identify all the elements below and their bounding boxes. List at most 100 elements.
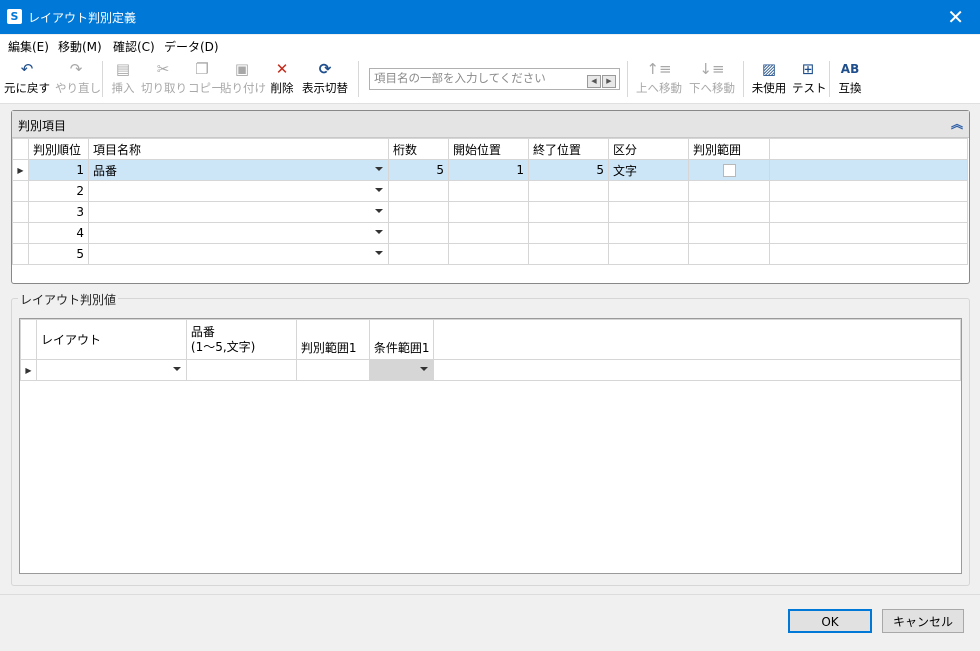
cell-kind[interactable]	[608, 243, 689, 265]
window-title: レイアウト判別定義	[28, 11, 137, 25]
table-row[interactable]: 2	[12, 180, 968, 202]
dropdown-arrow-icon[interactable]	[375, 167, 383, 171]
test-button[interactable]: ⊞ テスト	[792, 58, 827, 100]
cell-end[interactable]	[528, 180, 609, 202]
cell-start[interactable]	[448, 222, 529, 244]
table-row[interactable]: ▶ 1 品番 5 1 5 文字	[12, 159, 968, 181]
cell-order[interactable]: 2	[28, 180, 89, 202]
table-row[interactable]: 4	[12, 222, 968, 244]
table-row[interactable]: 3	[12, 201, 968, 223]
unused-button[interactable]: ▨ 未使用	[750, 58, 788, 100]
menu-edit[interactable]: 編集(E)	[8, 38, 49, 55]
cell-order[interactable]: 4	[28, 222, 89, 244]
cell-digits[interactable]	[388, 201, 449, 223]
col-header-end[interactable]: 終了位置	[528, 138, 609, 160]
table-row[interactable]: 5	[12, 243, 968, 265]
dropdown-arrow-icon[interactable]	[375, 230, 383, 234]
col-header-kind[interactable]: 区分	[608, 138, 689, 160]
cell-order[interactable]: 1	[28, 159, 89, 181]
cell-order[interactable]: 3	[28, 201, 89, 223]
cell-kind[interactable]	[608, 180, 689, 202]
search-box: ◀▶	[369, 68, 620, 90]
swap-button[interactable]: AB 互換	[836, 58, 864, 100]
cell-name-dropdown[interactable]	[88, 222, 389, 244]
copy-button[interactable]: ❐ コピー	[188, 58, 223, 100]
cell-end[interactable]	[528, 201, 609, 223]
col-header-order[interactable]: 判別順位	[28, 138, 89, 160]
cell-layout-dropdown[interactable]	[35, 359, 187, 381]
insert-button[interactable]: ▤ 挿入	[109, 58, 137, 100]
layout-values-title: レイアウト判別値	[18, 291, 119, 308]
cell-kind[interactable]: 文字	[608, 159, 689, 181]
move-down-button[interactable]: ↓≡ 下へ移動	[688, 58, 736, 100]
search-input[interactable]	[374, 71, 579, 85]
col-header-hinban[interactable]: 品番 (1～5,文字)	[185, 319, 297, 360]
cell-kind[interactable]	[608, 222, 689, 244]
cell-range[interactable]	[688, 180, 770, 202]
toolbar-separator	[102, 61, 103, 97]
cell-range[interactable]	[688, 201, 770, 223]
cell-end[interactable]	[528, 222, 609, 244]
test-icon: ⊞	[801, 60, 815, 78]
search-nav: ◀ ▶	[586, 72, 616, 88]
cell-end[interactable]: 5	[528, 159, 609, 181]
table-row[interactable]: ▶	[20, 359, 961, 381]
dropdown-arrow-icon[interactable]	[375, 251, 383, 255]
move-down-icon: ↓≡	[699, 60, 725, 78]
row-header	[12, 180, 29, 202]
cell-range[interactable]	[688, 222, 770, 244]
toolbar-separator	[358, 61, 359, 97]
cell-start[interactable]	[448, 201, 529, 223]
cell-name-dropdown[interactable]: 品番	[88, 159, 389, 181]
col-header-cond1[interactable]: 条件範囲1	[368, 319, 435, 360]
cell-start[interactable]	[448, 243, 529, 265]
redo-button[interactable]: ↷ やり直し	[55, 58, 101, 100]
row-header-corner	[12, 138, 29, 160]
dropdown-arrow-icon[interactable]	[375, 188, 383, 192]
cell-start[interactable]	[448, 180, 529, 202]
col-header-range1[interactable]: 判別範囲1	[295, 319, 370, 360]
cell-name-dropdown[interactable]	[88, 243, 389, 265]
next-arrow-icon[interactable]: ▶	[602, 75, 616, 88]
cell-hinban[interactable]	[185, 359, 297, 381]
col-header-digits[interactable]: 桁数	[388, 138, 449, 160]
cell-cond1-dropdown[interactable]	[368, 359, 435, 381]
col-header-range[interactable]: 判別範囲	[688, 138, 770, 160]
toolbar: ↶ 元に戻す ↷ やり直し ▤ 挿入 ✂ 切り取り ❐ コピー ▣ 貼り付け ✕…	[0, 55, 980, 104]
cell-name-dropdown[interactable]	[88, 201, 389, 223]
menu-data[interactable]: データ(D)	[164, 38, 219, 55]
cell-digits[interactable]	[388, 180, 449, 202]
cut-button[interactable]: ✂ 切り取り	[141, 58, 187, 100]
dropdown-arrow-icon[interactable]	[172, 367, 181, 371]
menu-move[interactable]: 移動(M)	[58, 38, 102, 55]
col-header-layout[interactable]: レイアウト	[35, 319, 187, 360]
cell-start[interactable]: 1	[448, 159, 529, 181]
ok-button[interactable]: OK	[788, 609, 872, 633]
move-up-button[interactable]: ↑≡ 上へ移動	[635, 58, 683, 100]
toggle-display-button[interactable]: ⟳ 表示切替	[300, 58, 350, 100]
paste-button[interactable]: ▣ 貼り付け	[220, 58, 266, 100]
cell-name-dropdown[interactable]	[88, 180, 389, 202]
cell-kind[interactable]	[608, 201, 689, 223]
range-checkbox[interactable]	[722, 164, 736, 177]
cell-range1[interactable]	[295, 359, 370, 381]
dropdown-arrow-icon[interactable]	[420, 367, 429, 371]
col-header-start[interactable]: 開始位置	[448, 138, 529, 160]
cancel-button[interactable]: キャンセル	[882, 609, 964, 633]
cell-order[interactable]: 5	[28, 243, 89, 265]
undo-button[interactable]: ↶ 元に戻す	[4, 58, 50, 100]
row-header	[12, 222, 29, 244]
cell-end[interactable]	[528, 243, 609, 265]
prev-arrow-icon[interactable]: ◀	[587, 75, 601, 88]
col-header-name[interactable]: 項目名称	[88, 138, 389, 160]
delete-button[interactable]: ✕ 削除	[268, 58, 296, 100]
collapse-icon[interactable]: ︽	[951, 115, 963, 132]
dropdown-arrow-icon[interactable]	[375, 209, 383, 213]
menu-confirm[interactable]: 確認(C)	[113, 38, 155, 55]
cell-range[interactable]	[688, 243, 770, 265]
cell-digits[interactable]	[388, 222, 449, 244]
cell-digits[interactable]: 5	[388, 159, 449, 181]
close-icon[interactable]: ✕	[947, 5, 964, 29]
cell-digits[interactable]	[388, 243, 449, 265]
col-header-filler	[433, 319, 961, 360]
